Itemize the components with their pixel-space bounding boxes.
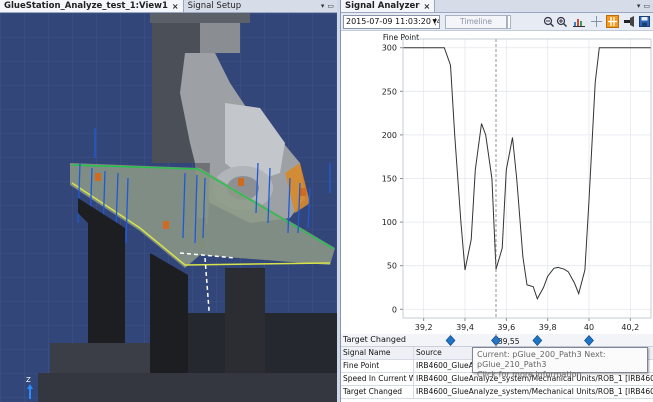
x-tick-label: 40,2: [621, 323, 639, 332]
tab-view1-label: GlueStation_Analyze_test_1:View1: [4, 1, 168, 11]
target-marker[interactable]: [532, 335, 543, 346]
x-tick-label: 39,4: [456, 323, 474, 332]
y-tick-label: 100: [382, 218, 397, 227]
target-tooltip[interactable]: Current: pGlue_200_Path3 Next: pGlue_210…: [472, 347, 648, 379]
target-marker[interactable]: [445, 335, 456, 346]
pin-icon[interactable]: ▾: [321, 2, 325, 10]
crosshair-icon[interactable]: [590, 15, 603, 28]
x-tick-label: 39,2: [415, 323, 433, 332]
y-tick-label: 300: [382, 44, 397, 53]
table-row[interactable]: Target Changed IRB4600_GlueAnalyze_syste…: [341, 386, 653, 399]
series-line: [403, 47, 651, 301]
cell-source: IRB4600_GlueAnalyze_system/Mechanical Un…: [414, 386, 653, 399]
flashlight-icon[interactable]: [622, 15, 635, 28]
tab-signal-setup-label: Signal Setup: [187, 1, 242, 11]
cell-signal-name: Target Changed: [341, 386, 414, 399]
y-tick-label: 0: [392, 305, 397, 314]
recording-select[interactable]: 2015-07-09 11:03:20 (49s) ▼: [343, 15, 440, 29]
recording-select-value: 2015-07-09 11:03:20 (49s): [346, 17, 439, 26]
column-signal-name[interactable]: Signal Name: [341, 347, 414, 360]
fine-point-chart[interactable]: Fine Point 0 50 100 150 200 250 300 39,2 39,4 39…: [341, 31, 653, 334]
tab-view1[interactable]: GlueStation_Analyze_test_1:View1 ×: [0, 0, 184, 12]
tab-signal-analyzer[interactable]: Signal Analyzer ×: [341, 0, 436, 12]
chevron-down-icon: ▼: [432, 18, 437, 25]
y-tick-label: 150: [382, 175, 397, 184]
x-tick-label: 39,8: [539, 323, 557, 332]
y-tick-label: 200: [382, 131, 397, 140]
signal-analyzer-pane: Signal Analyzer × ▾ ▭ 2015-07-09 11:03:2…: [340, 0, 653, 402]
maximize-icon[interactable]: ▭: [643, 2, 650, 10]
right-window-controls: ▾ ▭: [637, 0, 653, 12]
target-changed-track[interactable]: 39,55: [341, 334, 653, 347]
cell-signal-name: Speed In Current Wobj: [341, 373, 414, 386]
3d-viewport[interactable]: Z: [0, 13, 337, 402]
chart-title: Fine Point: [383, 33, 419, 42]
close-icon[interactable]: ×: [172, 2, 179, 11]
zoom-out-icon[interactable]: [542, 15, 555, 28]
right-tab-bar: Signal Analyzer × ▾ ▭: [341, 0, 653, 13]
tooltip-line-2: Click for more information.: [477, 370, 585, 379]
x-tick-label: 39,6: [497, 323, 515, 332]
axis-z-label: Z: [26, 376, 31, 384]
chart-icon[interactable]: [572, 15, 585, 28]
signal-plot[interactable]: Fine Point 0 50 100 150 200 250 300 39,2 39,4 39…: [341, 31, 653, 334]
tooltip-line-1: Current: pGlue_200_Path3 Next: pGlue_210…: [477, 350, 606, 369]
x-tick-label: 40: [584, 323, 594, 332]
timeline-label: Timeline: [460, 17, 492, 26]
timeline-handle[interactable]: [507, 15, 511, 29]
timeline-slider[interactable]: Timeline: [445, 15, 507, 29]
analyzer-toolbar: 2015-07-09 11:03:20 (49s) ▼ Timeline: [341, 13, 653, 31]
left-window-controls: ▾ ▭: [321, 0, 337, 12]
y-tick-label: 50: [387, 262, 397, 271]
left-tab-bar: GlueStation_Analyze_test_1:View1 × Signa…: [0, 0, 337, 13]
zoom-in-icon[interactable]: [555, 15, 568, 28]
cell-signal-name: Fine Point: [341, 360, 414, 373]
save-icon[interactable]: [638, 15, 651, 28]
orange-grid-icon[interactable]: [606, 15, 619, 28]
3d-scene[interactable]: Z: [0, 13, 337, 402]
cursor-value: 39,55: [498, 337, 520, 346]
target-changed-row[interactable]: Target Changed 39,55: [341, 334, 653, 347]
app-root: GlueStation_Analyze_test_1:View1 × Signa…: [0, 0, 653, 402]
tab-signal-analyzer-label: Signal Analyzer: [345, 1, 420, 11]
target-marker[interactable]: [584, 335, 594, 346]
close-icon[interactable]: ×: [424, 2, 431, 11]
y-tick-label: 250: [382, 87, 397, 96]
tab-signal-setup[interactable]: Signal Setup: [184, 0, 246, 12]
3d-view-pane: GlueStation_Analyze_test_1:View1 × Signa…: [0, 0, 337, 402]
maximize-icon[interactable]: ▭: [327, 2, 334, 10]
pin-icon[interactable]: ▾: [637, 2, 641, 10]
